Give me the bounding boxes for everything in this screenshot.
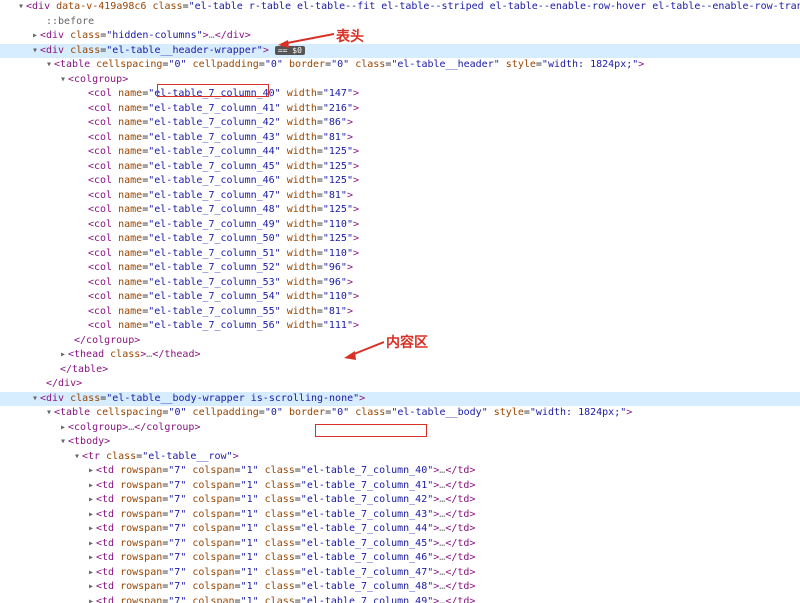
dom-node[interactable]: <col name="el-table_7_column_48" width="… [0,203,800,218]
chevron-right-icon[interactable]: ▸ [88,551,96,566]
chevron-down-icon[interactable]: ▾ [74,450,82,465]
chevron-down-icon[interactable]: ▾ [60,73,68,88]
dom-node[interactable]: <col name="el-table_7_column_40" width="… [0,87,800,102]
chevron-down-icon[interactable]: ▾ [46,406,54,421]
devtools-viewport: 表头 内容区 ▾<div data-v-419a98c6 class="el-t… [0,0,800,603]
chevron-right-icon[interactable]: ▸ [88,537,96,552]
chevron-down-icon[interactable]: ▾ [60,435,68,450]
pseudo-before: ::before [0,15,800,30]
highlight-box-td [315,424,427,437]
dom-node[interactable]: ▸<td rowspan="7" colspan="1" class="el-t… [0,508,800,523]
chevron-right-icon[interactable]: ▸ [88,479,96,494]
chevron-right-icon[interactable]: ▸ [32,29,40,44]
dom-node[interactable]: <col name="el-table_7_column_49" width="… [0,218,800,233]
dom-node[interactable]: ▸<td rowspan="7" colspan="1" class="el-t… [0,537,800,552]
dom-node[interactable]: ▸<td rowspan="7" colspan="1" class="el-t… [0,580,800,595]
dom-node[interactable]: <col name="el-table_7_column_52" width="… [0,261,800,276]
dom-node[interactable]: <col name="el-table_7_column_44" width="… [0,145,800,160]
dom-node[interactable]: </table> [0,363,800,378]
dom-node[interactable]: <col name="el-table_7_column_41" width="… [0,102,800,117]
dom-node[interactable]: ▾<tr class="el-table__row"> [0,450,800,465]
dom-node[interactable]: <col name="el-table_7_column_46" width="… [0,174,800,189]
dom-node[interactable]: <col name="el-table_7_column_42" width="… [0,116,800,131]
chevron-right-icon[interactable]: ▸ [88,580,96,595]
chevron-right-icon[interactable]: ▸ [88,464,96,479]
annotation-header: 表头 [336,26,364,46]
chevron-right-icon[interactable]: ▸ [88,522,96,537]
arrow-icon [278,30,334,48]
dom-node[interactable]: <col name="el-table_7_column_43" width="… [0,131,800,146]
dom-node[interactable]: <col name="el-table_7_column_54" width="… [0,290,800,305]
dom-node[interactable]: ▸<td rowspan="7" colspan="1" class="el-t… [0,464,800,479]
dom-node[interactable]: </div> [0,377,800,392]
dom-node[interactable]: ▾<table cellspacing="0" cellpadding="0" … [0,406,800,421]
dom-node[interactable]: ▾<tbody> [0,435,800,450]
dom-node[interactable]: ▸<td rowspan="7" colspan="1" class="el-t… [0,479,800,494]
dom-node[interactable]: <col name="el-table_7_column_45" width="… [0,160,800,175]
chevron-right-icon[interactable]: ▸ [60,421,68,436]
dom-node[interactable]: <col name="el-table_7_column_53" width="… [0,276,800,291]
dom-node[interactable]: ▸<td rowspan="7" colspan="1" class="el-t… [0,595,800,603]
chevron-right-icon[interactable]: ▸ [60,348,68,363]
dom-node[interactable]: ▸<td rowspan="7" colspan="1" class="el-t… [0,551,800,566]
dom-node[interactable]: <col name="el-table_7_column_47" width="… [0,189,800,204]
arrow-icon [344,338,384,360]
dom-node-selected[interactable]: ▾<div class="el-table__header-wrapper">=… [0,44,800,59]
chevron-right-icon[interactable]: ▸ [88,595,96,603]
chevron-right-icon[interactable]: ▸ [88,493,96,508]
dom-node[interactable]: ▸<td rowspan="7" colspan="1" class="el-t… [0,566,800,581]
dom-node[interactable]: ▾<table cellspacing="0" cellpadding="0" … [0,58,800,73]
dom-node[interactable]: ▾<div class="el-table__body-wrapper is-s… [0,392,800,407]
chevron-down-icon[interactable]: ▾ [32,44,40,59]
chevron-right-icon[interactable]: ▸ [88,566,96,581]
chevron-down-icon[interactable]: ▾ [32,392,40,407]
chevron-right-icon[interactable]: ▸ [88,508,96,523]
dom-node[interactable]: ▸<td rowspan="7" colspan="1" class="el-t… [0,493,800,508]
dom-node[interactable]: ▾<colgroup> [0,73,800,88]
highlight-box-col [157,84,269,97]
dom-node[interactable]: <col name="el-table_7_column_50" width="… [0,232,800,247]
dom-node[interactable]: <col name="el-table_7_column_51" width="… [0,247,800,262]
dom-node[interactable]: ▸<div class="hidden-columns">…</div> [0,29,800,44]
annotation-body: 内容区 [386,332,428,352]
dom-node[interactable]: ▾<div data-v-419a98c6 class="el-table r-… [0,0,800,15]
chevron-down-icon[interactable]: ▾ [18,0,26,15]
dom-node[interactable]: <col name="el-table_7_column_55" width="… [0,305,800,320]
dom-node[interactable]: ▸<td rowspan="7" colspan="1" class="el-t… [0,522,800,537]
chevron-down-icon[interactable]: ▾ [46,58,54,73]
